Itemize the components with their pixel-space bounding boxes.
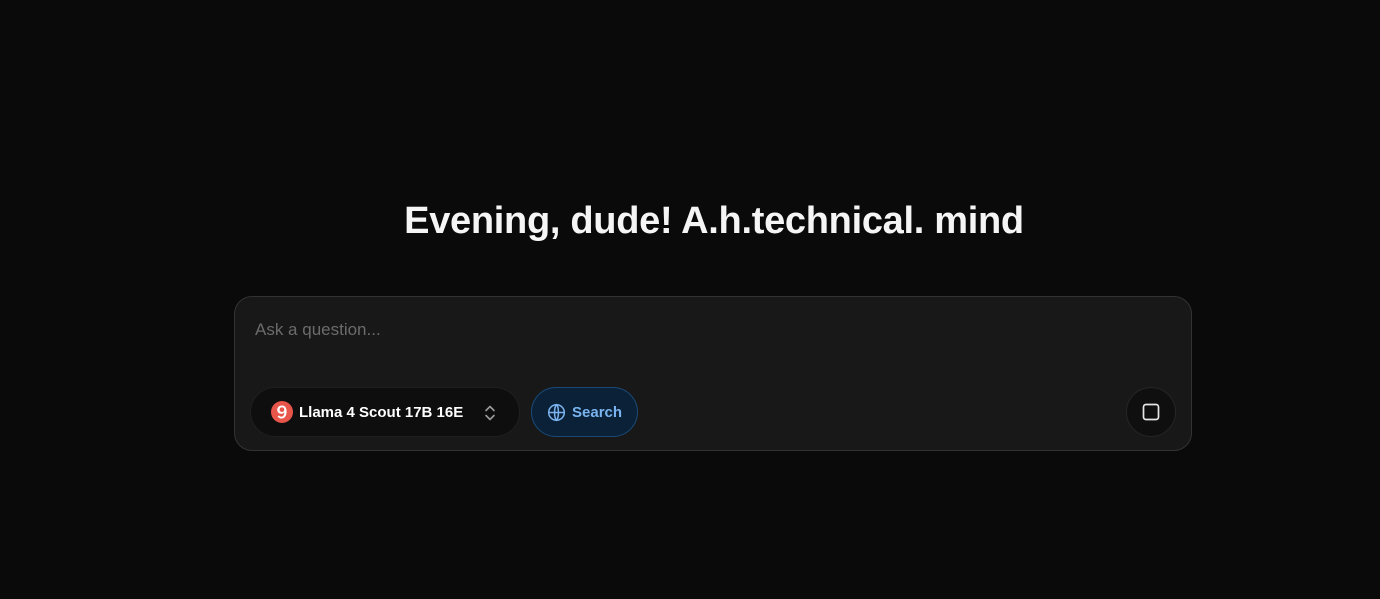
stop-square-icon bbox=[1142, 403, 1160, 421]
stop-button[interactable] bbox=[1126, 387, 1176, 437]
globe-icon bbox=[547, 403, 566, 422]
page: Evening, dude! A.h.technical. mind Llama… bbox=[0, 0, 1380, 599]
composer: Llama 4 Scout 17B 16E Search bbox=[234, 296, 1192, 451]
question-input[interactable] bbox=[255, 317, 1155, 343]
llama-logo-icon bbox=[271, 401, 293, 423]
model-selector-label: Llama 4 Scout 17B 16E bbox=[299, 403, 464, 421]
search-toggle-button[interactable]: Search bbox=[531, 387, 638, 437]
greeting-heading: Evening, dude! A.h.technical. mind bbox=[404, 200, 1024, 242]
search-toggle-label: Search bbox=[572, 403, 623, 421]
chevron-up-down-icon bbox=[483, 403, 497, 423]
model-selector[interactable]: Llama 4 Scout 17B 16E bbox=[250, 387, 520, 437]
composer-toolbar: Llama 4 Scout 17B 16E Search bbox=[250, 387, 1176, 437]
